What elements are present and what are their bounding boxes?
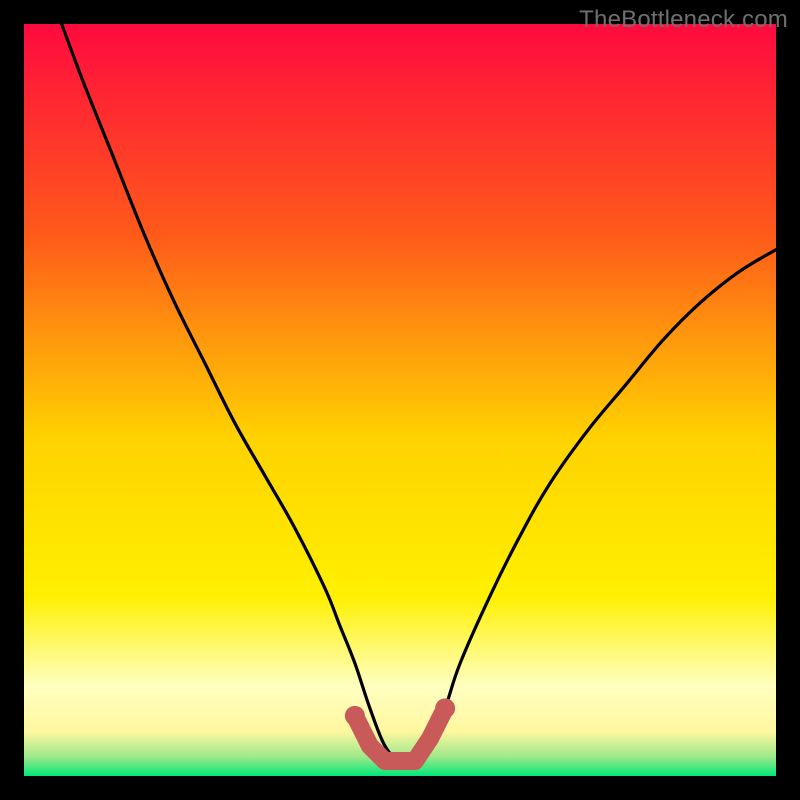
chart-frame: TheBottleneck.com bbox=[0, 0, 800, 800]
marker-dot bbox=[435, 698, 455, 718]
plot-area bbox=[24, 24, 776, 776]
chart-svg bbox=[24, 24, 776, 776]
marker-dot bbox=[345, 706, 365, 726]
watermark-text: TheBottleneck.com bbox=[579, 6, 788, 34]
gradient-background bbox=[24, 24, 776, 776]
